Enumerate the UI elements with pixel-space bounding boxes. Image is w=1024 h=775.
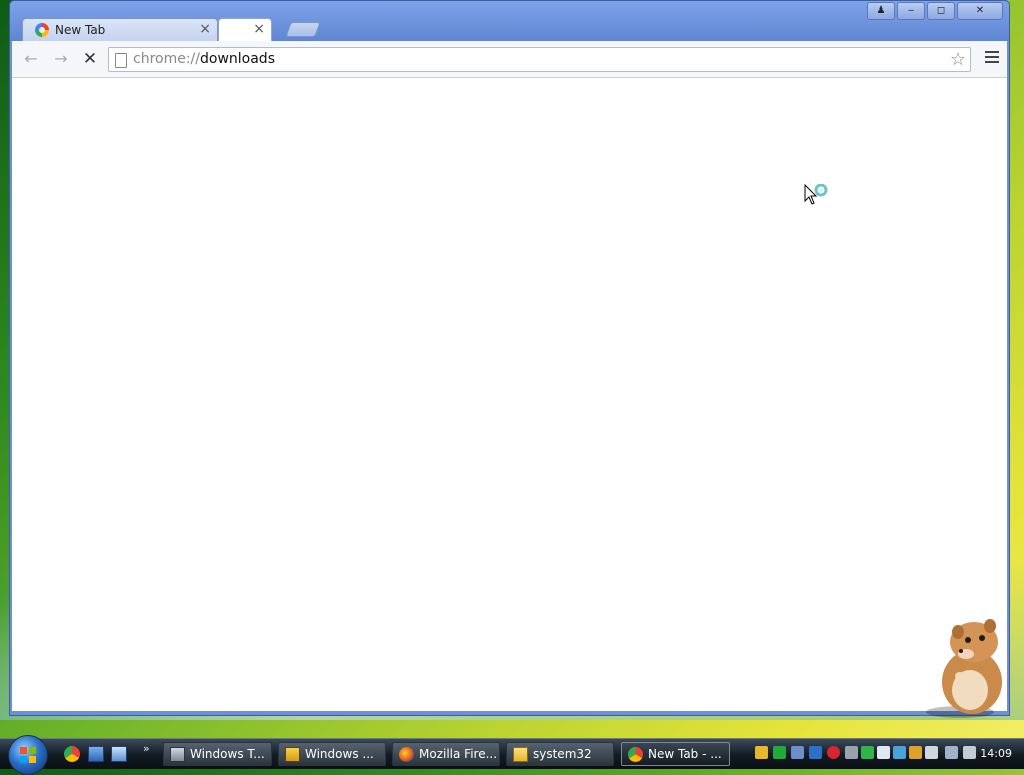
show-desktop-icon[interactable] <box>88 746 104 762</box>
lock-tray-icon[interactable] <box>755 746 768 759</box>
new-tab-button[interactable] <box>285 22 321 37</box>
taskbar-item-mozilla-firefox[interactable]: Mozilla Fire... <box>392 742 500 766</box>
chrome-menu-icon[interactable] <box>985 51 999 66</box>
error-tray-icon[interactable] <box>827 746 840 759</box>
close-button[interactable]: ✕ <box>957 2 1003 20</box>
user-icon[interactable]: ♟ <box>867 2 895 20</box>
chrome-window: New Tab × × ♟ ‒ ◻ ✕ ← → ✕ chrome://downl… <box>9 0 1010 716</box>
chrome-quicklaunch-icon[interactable] <box>64 746 80 762</box>
clock[interactable]: 14:09 <box>980 747 1012 760</box>
tab-new-tab[interactable]: New Tab × <box>22 18 218 42</box>
tab-title: New Tab <box>55 23 106 37</box>
forward-button[interactable]: → <box>50 50 72 68</box>
page-icon <box>115 53 127 68</box>
page-content[interactable] <box>12 78 1007 711</box>
taskbar-item-new-tab-chrome[interactable]: New Tab - ... <box>621 742 730 766</box>
tools-tray-icon[interactable] <box>845 746 858 759</box>
taskbar-item-system32[interactable]: system32 <box>506 742 614 766</box>
busy-cursor-icon <box>804 184 828 205</box>
security-tray-icon[interactable] <box>809 746 822 759</box>
window-tray-icon[interactable] <box>877 746 890 759</box>
start-button[interactable] <box>8 735 48 775</box>
maximize-button[interactable]: ◻ <box>927 2 955 20</box>
tab-close-icon[interactable]: × <box>199 21 211 37</box>
windows-media-icon <box>285 747 300 762</box>
tab-close-icon[interactable]: × <box>253 21 265 37</box>
network-connection-icon[interactable] <box>945 746 958 759</box>
google-icon <box>35 23 49 37</box>
back-button[interactable]: ← <box>20 50 42 68</box>
green-tray-icon[interactable] <box>773 746 786 759</box>
minimize-button[interactable]: ‒ <box>897 2 925 20</box>
check-tray-icon[interactable] <box>861 746 874 759</box>
app-tray-icon[interactable] <box>893 746 906 759</box>
browser-toolbar: ← → ✕ chrome://downloads ☆ <box>12 41 1007 78</box>
bookmark-star-icon[interactable]: ☆ <box>950 49 966 70</box>
folder-icon <box>513 747 528 762</box>
volume-icon[interactable] <box>963 746 976 759</box>
stop-button[interactable]: ✕ <box>79 50 101 68</box>
url-text[interactable]: chrome://downloads <box>133 51 275 67</box>
address-bar[interactable]: chrome://downloads ☆ <box>108 47 971 72</box>
system-tray: 14:09 <box>749 742 1024 766</box>
network-tray-icon[interactable] <box>791 746 804 759</box>
window-controls: ♟ ‒ ◻ ✕ <box>867 2 1003 20</box>
hamster-mascot-icon <box>926 619 1002 718</box>
tab-active[interactable]: × <box>218 18 272 42</box>
switch-windows-icon[interactable] <box>111 746 127 762</box>
chrome-icon <box>628 747 643 762</box>
taskbar: » Windows T... Windows ... Mozilla Fire.… <box>0 735 1024 775</box>
firefox-icon <box>399 747 414 762</box>
taskbar-item-windows-media[interactable]: Windows ... <box>278 742 386 766</box>
warning-tray-icon[interactable] <box>909 746 922 759</box>
taskbar-item-windows-task-manager[interactable]: Windows T... <box>163 742 272 766</box>
windows-logo-icon <box>20 747 36 763</box>
task-manager-icon <box>170 747 185 762</box>
quicklaunch-more[interactable]: » <box>143 742 150 755</box>
title-bar[interactable]: New Tab × × ♟ ‒ ◻ ✕ <box>10 1 1009 42</box>
monitor-tray-icon[interactable] <box>925 746 938 759</box>
